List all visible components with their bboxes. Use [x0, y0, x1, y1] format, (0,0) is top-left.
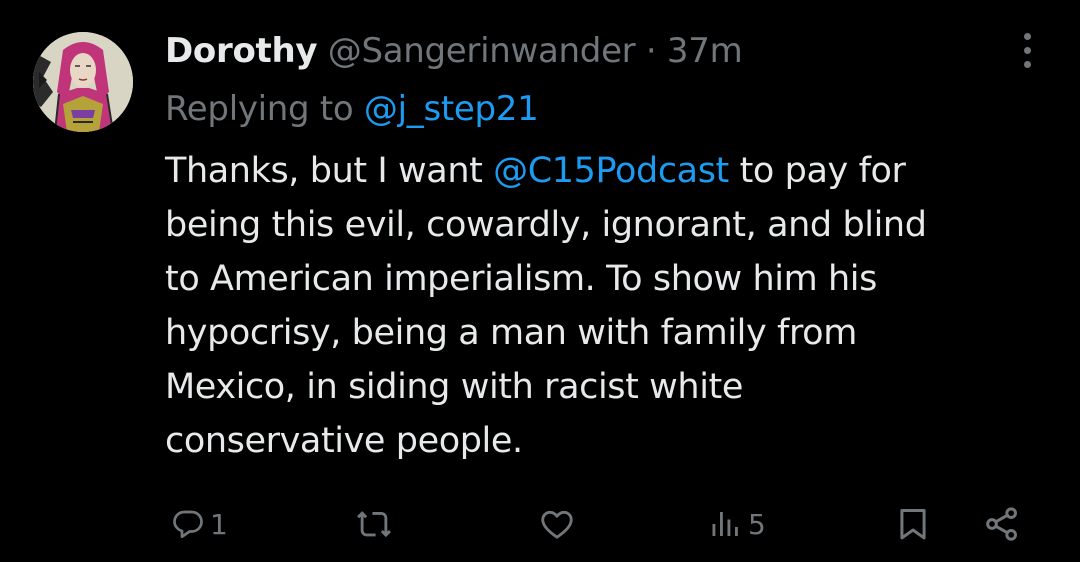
- more-vertical-icon[interactable]: [1018, 30, 1038, 70]
- tweet-header: Dorothy @Sangerinwander · 37m: [165, 26, 743, 76]
- reply-icon: [173, 510, 203, 539]
- more-dot: [1024, 61, 1031, 68]
- tweet-time[interactable]: 37m: [667, 31, 743, 71]
- more-dot: [1024, 33, 1031, 40]
- reply-count: 1: [210, 507, 228, 541]
- heart-icon: [541, 510, 573, 539]
- tweet-text: Thanks, but I want @C15Podcast to pay fo…: [165, 144, 1045, 468]
- body-mention[interactable]: @C15Podcast: [493, 151, 729, 191]
- tweet-text-segment: to pay for: [739, 151, 906, 191]
- views-count: 5: [748, 507, 766, 541]
- reply-button[interactable]: 1: [170, 500, 228, 548]
- tweet-text-line: to American imperialism. To show him his: [165, 259, 877, 299]
- replying-to: Replying to @j_step21: [165, 84, 539, 134]
- action-bar: 1 5: [0, 500, 1080, 548]
- like-button[interactable]: [538, 500, 576, 548]
- retweet-icon: [357, 511, 391, 538]
- tweet-text-line: Mexico, in siding with racist white: [165, 367, 743, 407]
- author-name[interactable]: Dorothy: [165, 31, 318, 71]
- illustrated-woman-avatar-icon: [33, 32, 133, 132]
- replying-prefix: Replying to: [165, 89, 354, 129]
- views-icon: [712, 512, 738, 536]
- tweet-text-line: conservative people.: [165, 421, 523, 461]
- replying-mention[interactable]: @j_step21: [364, 89, 539, 129]
- share-icon: [986, 507, 1017, 541]
- tweet-text-line: Thanks, but I want @C15Podcast to pay fo…: [165, 144, 1045, 198]
- share-button[interactable]: [982, 500, 1022, 548]
- separator-dot: ·: [645, 31, 657, 71]
- bookmark-button[interactable]: [894, 500, 932, 548]
- bookmark-icon: [900, 509, 926, 540]
- tweet-text-segment: Thanks, but I want: [165, 151, 483, 191]
- author-handle[interactable]: @Sangerinwander: [328, 31, 636, 71]
- more-dot: [1024, 47, 1031, 54]
- tweet-text-line: being this evil, cowardly, ignorant, and…: [165, 205, 927, 245]
- avatar[interactable]: [33, 32, 133, 132]
- views-button[interactable]: 5: [708, 500, 766, 548]
- tweet-text-line: hypocrisy, being a man with family from: [165, 313, 857, 353]
- retweet-button[interactable]: [355, 500, 393, 548]
